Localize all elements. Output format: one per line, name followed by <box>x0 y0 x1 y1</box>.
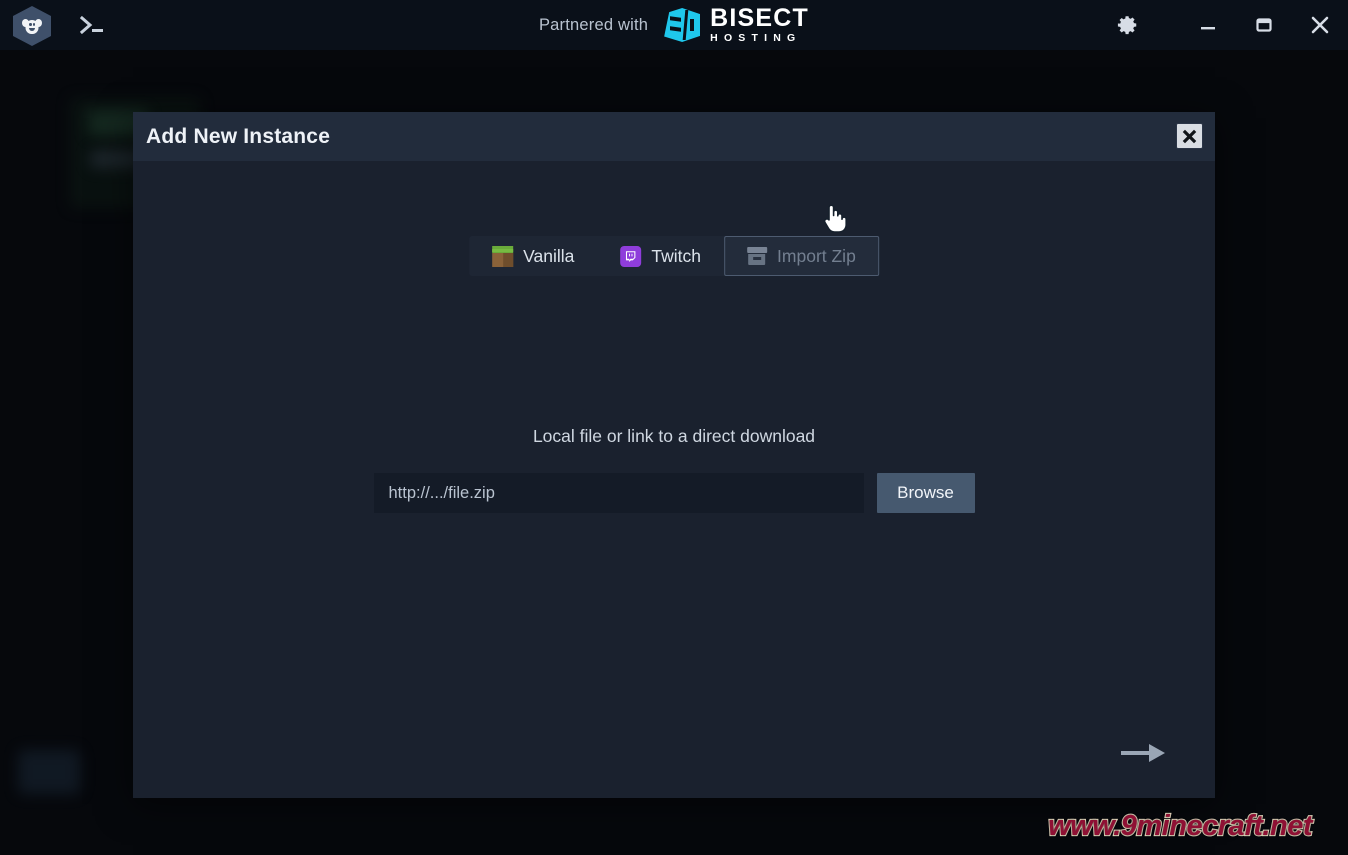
ape-eye-left <box>29 22 32 26</box>
bisect-cube-icon <box>664 8 701 42</box>
dialog-title: Add New Instance <box>146 124 331 148</box>
next-button[interactable] <box>1117 738 1169 768</box>
partner-prefix-label: Partnered with <box>538 15 649 34</box>
add-new-instance-dialog: Add New Instance Vanilla Twitch Import Z… <box>133 112 1215 798</box>
dialog-header: Add New Instance <box>133 112 1215 161</box>
form-instruction-label: Local file or link to a direct download <box>532 426 816 446</box>
bisect-hosting-logo: BISECT HOSTING <box>664 6 809 44</box>
browse-button[interactable]: Browse <box>876 473 975 513</box>
close-x-icon <box>1182 129 1197 143</box>
dialog-close-button[interactable] <box>1176 123 1203 149</box>
bisect-sub-wordmark: HOSTING <box>710 32 802 45</box>
dialog-body: Vanilla Twitch Import Zip Local file or … <box>133 161 1215 798</box>
arrow-right-icon <box>1121 744 1165 762</box>
ape-hexagon-logo-icon <box>13 6 51 46</box>
window-controls <box>1100 0 1348 50</box>
ape-eye-right <box>32 22 35 26</box>
maximize-icon[interactable] <box>1236 0 1292 50</box>
import-zip-form: Local file or link to a direct download … <box>133 161 1215 798</box>
url-input-row: Browse <box>373 473 975 513</box>
title-bar: Partnered with BISECT HOSTING <box>0 0 1348 50</box>
minimize-icon[interactable] <box>1180 0 1236 50</box>
zip-url-input[interactable] <box>373 473 864 513</box>
bisect-wordmark: BISECT <box>710 4 810 33</box>
site-watermark: www.9minecraft.net <box>1047 809 1314 843</box>
ape-face <box>25 19 39 34</box>
background-bottom-left-button <box>18 750 80 794</box>
gear-icon[interactable] <box>1100 0 1156 50</box>
application-window: Partnered with BISECT HOSTING Add New In… <box>0 0 1348 855</box>
terminal-prompt-icon[interactable] <box>76 13 110 37</box>
close-icon[interactable] <box>1292 0 1348 50</box>
app-logo[interactable] <box>13 6 51 46</box>
